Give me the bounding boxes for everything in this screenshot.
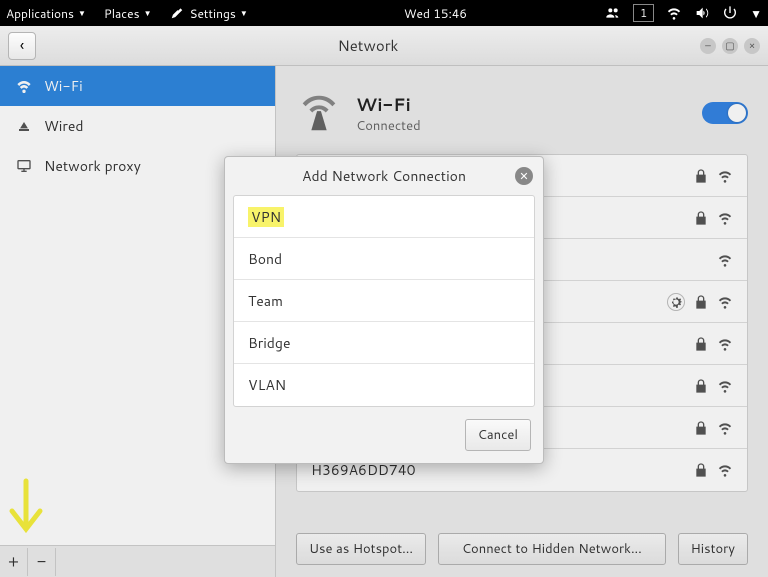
connection-type-label: VLAN xyxy=(248,375,286,395)
connection-type-vlan[interactable]: VLAN xyxy=(234,364,534,406)
dialog-close-button[interactable]: ✕ xyxy=(515,167,533,185)
connection-type-label: Bridge xyxy=(248,333,291,353)
tools-icon xyxy=(170,6,184,20)
dialog-title: Add Network Connection ✕ xyxy=(225,157,543,195)
connection-type-label: Team xyxy=(248,291,283,311)
back-button[interactable]: ‹ xyxy=(8,32,36,60)
connection-type-vpn[interactable]: VPN xyxy=(234,196,534,238)
volume-icon[interactable] xyxy=(694,5,710,21)
chevron-left-icon: ‹ xyxy=(20,34,24,57)
users-icon[interactable] xyxy=(605,5,621,21)
power-icon[interactable] xyxy=(722,5,738,21)
connection-type-bond[interactable]: Bond xyxy=(234,238,534,280)
connection-type-label: VPN xyxy=(248,207,284,227)
window-titlebar: ‹ Network – ▢ × xyxy=(0,26,768,66)
connection-type-team[interactable]: Team xyxy=(234,280,534,322)
connection-type-bridge[interactable]: Bridge xyxy=(234,322,534,364)
system-tray: 1 ▼ xyxy=(605,4,762,22)
top-panel: Applications▼ Places▼ Settings▼ Wed 15:4… xyxy=(0,0,768,26)
maximize-button[interactable]: ▢ xyxy=(722,38,738,54)
menu-places[interactable]: Places▼ xyxy=(104,5,152,22)
workspace-badge[interactable]: 1 xyxy=(633,4,654,22)
minimize-button[interactable]: – xyxy=(700,38,716,54)
menu-applications[interactable]: Applications▼ xyxy=(6,5,86,22)
annotation-arrow xyxy=(4,477,48,537)
connection-type-label: Bond xyxy=(248,249,282,269)
modal-overlay: Add Network Connection ✕ VPN Bond Team Brid… xyxy=(0,66,768,577)
menu-settings[interactable]: Settings▼ xyxy=(170,5,248,22)
add-connection-dialog: Add Network Connection ✕ VPN Bond Team Brid… xyxy=(224,156,544,464)
cancel-button[interactable]: Cancel xyxy=(465,419,531,451)
wifi-tray-icon[interactable] xyxy=(666,5,682,21)
close-button[interactable]: × xyxy=(744,38,760,54)
panel-clock[interactable]: Wed 15:46 xyxy=(266,5,605,22)
window-title: Network xyxy=(36,35,700,56)
